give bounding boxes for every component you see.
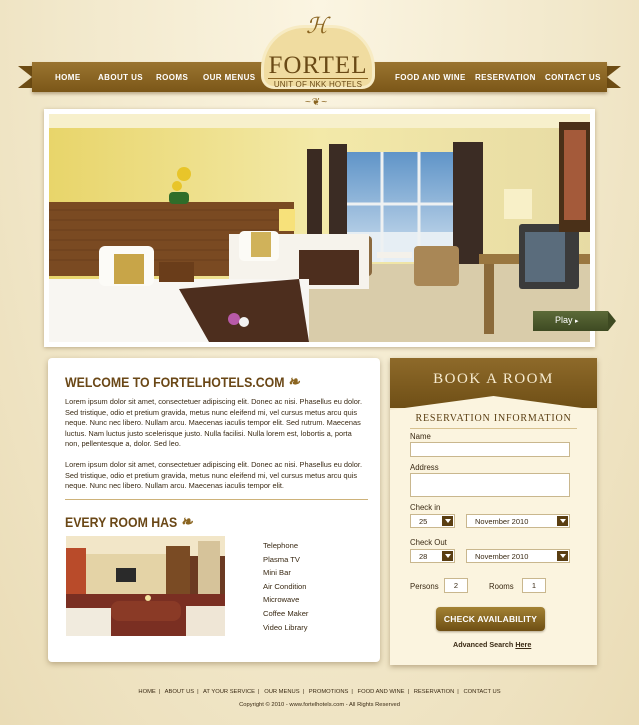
- amenity-item: Plasma TV: [263, 554, 300, 564]
- footer-link-promotions[interactable]: PROMOTIONS: [309, 689, 349, 695]
- persons-field[interactable]: 2: [444, 578, 468, 593]
- nav-our-menus[interactable]: OUR MENUS: [203, 73, 256, 82]
- chevron-down-icon: [442, 551, 453, 561]
- logo-monogram-icon: ℋ: [306, 14, 328, 39]
- amenities-list: Telephone Plasma TV Mini Bar Air Conditi…: [263, 539, 308, 634]
- hotel-room-illustration: [49, 114, 590, 342]
- footer-separator: |: [302, 689, 305, 695]
- section-divider: [65, 499, 368, 500]
- footer-separator: |: [407, 689, 410, 695]
- advanced-search-text: Advanced Search: [453, 640, 514, 649]
- footer-link-our-menus[interactable]: OUR MENUS: [264, 689, 299, 695]
- footer-separator: |: [457, 689, 459, 695]
- every-room-title: EVERY ROOM HAS: [65, 514, 178, 530]
- hero-slideshow: [44, 109, 595, 347]
- footer-link-home[interactable]: HOME: [138, 689, 155, 695]
- nav-about-us[interactable]: ABOUT US: [98, 73, 143, 82]
- checkout-month-value: November 2010: [475, 552, 529, 561]
- play-button[interactable]: Play ▸: [533, 311, 616, 331]
- checkout-day-select[interactable]: 28: [410, 549, 455, 563]
- footer-separator: |: [158, 689, 161, 695]
- checkin-label: Check in: [410, 503, 441, 512]
- address-field[interactable]: [410, 473, 570, 497]
- check-availability-button[interactable]: CHECK AVAILABILITY: [436, 607, 545, 631]
- footer-separator: |: [258, 689, 260, 695]
- name-field[interactable]: [410, 442, 570, 457]
- flourish-ornament-icon: ~❦~: [305, 97, 329, 108]
- site-logo[interactable]: ℋ FORTEL UNIT OF NKK HOTELS: [254, 14, 382, 94]
- amenity-item: Microwave: [263, 595, 300, 605]
- amenity-item: Coffee Maker: [263, 608, 309, 618]
- rooms-label: Rooms: [489, 582, 514, 591]
- booking-title: BOOK A ROOM: [433, 371, 554, 387]
- ribbon-tail-left: [18, 66, 32, 88]
- amenity-item: Air Condition: [263, 581, 307, 591]
- welcome-paragraph-2: Lorem ipsum dolor sit amet, consectetuer…: [65, 460, 363, 491]
- chevron-down-icon: [442, 516, 453, 526]
- play-label: Play: [555, 315, 573, 325]
- nav-contact-us[interactable]: CONTACT US: [545, 73, 601, 82]
- every-room-heading: EVERY ROOM HAS ❧: [65, 512, 193, 532]
- footer-link-about-us[interactable]: ABOUT US: [165, 689, 195, 695]
- suite-photo: [66, 536, 225, 636]
- checkin-day-select[interactable]: 25: [410, 514, 455, 528]
- persons-label: Persons: [410, 582, 439, 591]
- checkout-month-select[interactable]: November 2010: [466, 549, 570, 563]
- play-arrow-icon: ▸: [575, 318, 579, 325]
- hotel-room-photo: [49, 114, 590, 342]
- suite-illustration: [66, 536, 225, 636]
- leaf-ornament-icon: ❧: [180, 514, 193, 531]
- checkout-label: Check Out: [410, 538, 447, 547]
- welcome-title: WELCOME TO FORTELHOTELS.COM: [65, 374, 285, 390]
- nav-home[interactable]: HOME: [55, 73, 81, 82]
- logo-name: FORTEL: [268, 52, 368, 79]
- welcome-paragraph-1: Lorem ipsum dolor sit amet, consectetuer…: [65, 397, 363, 449]
- footer-link-contact-us[interactable]: CONTACT US: [463, 689, 500, 695]
- ribbon-tail-right: [607, 66, 621, 88]
- checkin-month-value: November 2010: [475, 517, 529, 526]
- nav-rooms[interactable]: ROOMS: [156, 73, 188, 82]
- checkin-day-value: 25: [419, 517, 428, 526]
- reservation-divider: [410, 428, 577, 429]
- welcome-heading: WELCOME TO FORTELHOTELS.COM ❧: [65, 372, 300, 392]
- checkout-day-value: 28: [419, 552, 428, 561]
- nav-reservation[interactable]: RESERVATION: [475, 73, 536, 82]
- footer-link-at-your-service[interactable]: AT YOUR SERVICE: [203, 689, 255, 695]
- address-label: Address: [410, 463, 439, 472]
- amenity-item: Telephone: [263, 541, 299, 550]
- footer-separator: |: [351, 689, 353, 695]
- reservation-info-heading: RESERVATION INFORMATION: [415, 413, 572, 424]
- rooms-field[interactable]: 1: [522, 578, 546, 593]
- leaf-ornament-icon: ❧: [287, 374, 300, 391]
- copyright-text: Copyright © 2010 - www.fortelhotels.com …: [239, 702, 400, 708]
- footer-separator: |: [197, 689, 199, 695]
- nav-food-and-wine[interactable]: FOOD AND WINE: [395, 73, 466, 82]
- logo-tagline: UNIT OF NKK HOTELS: [268, 78, 368, 89]
- chevron-down-icon: [557, 516, 568, 526]
- name-label: Name: [410, 432, 431, 441]
- chevron-down-icon: [557, 551, 568, 561]
- footer-link-food-and-wine[interactable]: FOOD AND WINE: [358, 689, 405, 695]
- welcome-panel: WELCOME TO FORTELHOTELS.COM ❧ Lorem ipsu…: [48, 358, 380, 662]
- checkin-month-select[interactable]: November 2010: [466, 514, 570, 528]
- advanced-search: Advanced Search Here: [453, 640, 531, 649]
- amenity-item: Video Library: [263, 622, 308, 632]
- booking-panel: BOOK A ROOM RESERVATION INFORMATION Name…: [390, 358, 597, 665]
- advanced-search-link[interactable]: Here: [515, 640, 531, 649]
- footer-link-reservation[interactable]: RESERVATION: [414, 689, 455, 695]
- amenity-item: Mini Bar: [263, 568, 291, 578]
- footer-nav: HOME | ABOUT US | AT YOUR SERVICE | OUR MEN…: [0, 689, 639, 695]
